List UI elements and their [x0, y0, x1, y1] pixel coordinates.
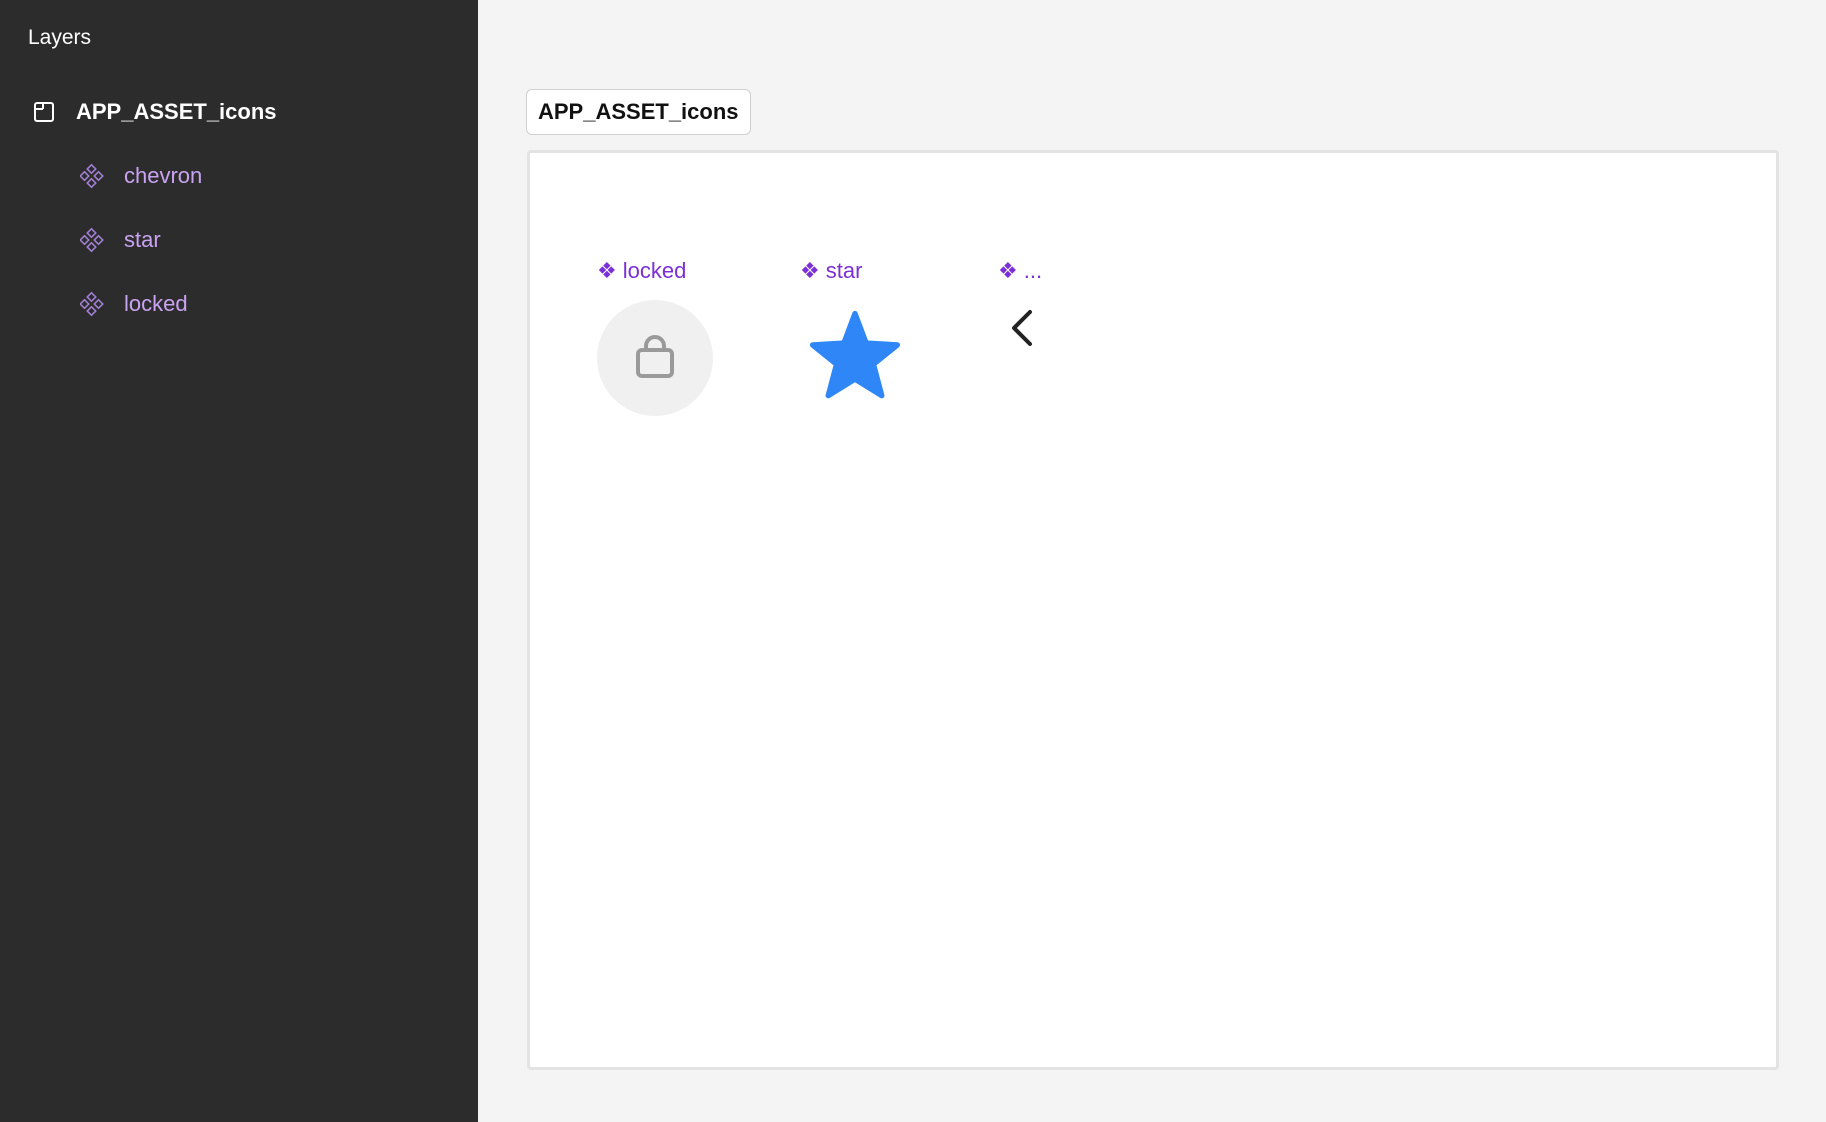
layer-item-label: chevron: [124, 163, 203, 188]
component-glyph-icon: ❖: [998, 258, 1018, 283]
layers-panel-title: Layers: [28, 26, 92, 49]
layer-item-label: locked: [124, 291, 188, 316]
lock-icon: [636, 335, 674, 378]
component-icon: [80, 164, 104, 188]
chevron-left-icon[interactable]: [1004, 306, 1040, 350]
canvas-frame[interactable]: [527, 150, 1779, 1070]
component-icon: [80, 292, 104, 316]
layers-panel: Layers APP_ASSET_icons chevron star lock…: [0, 0, 478, 1122]
layer-item-label: star: [124, 227, 161, 252]
star-icon[interactable]: [809, 310, 901, 402]
layer-item-label: APP_ASSET_icons: [76, 99, 277, 124]
component-tag-star[interactable]: ❖ star: [800, 258, 862, 284]
frame-icon: [34, 102, 54, 122]
component-tag-label: ...: [1023, 258, 1043, 283]
layer-item-frame[interactable]: APP_ASSET_icons: [0, 84, 478, 140]
layer-item-chevron[interactable]: chevron: [0, 148, 478, 204]
layer-item-star[interactable]: star: [0, 212, 478, 268]
component-tag-locked[interactable]: ❖ locked: [597, 258, 686, 284]
component-icon: [80, 228, 104, 252]
component-tag-label: star: [825, 258, 863, 283]
component-tag-label: locked: [622, 258, 687, 283]
component-tag-chevron[interactable]: ❖ ...: [998, 258, 1042, 284]
component-glyph-icon: ❖: [597, 258, 617, 283]
component-glyph-icon: ❖: [800, 258, 820, 283]
frame-name-tab[interactable]: APP_ASSET_icons: [526, 89, 751, 135]
layer-item-locked[interactable]: locked: [0, 276, 478, 332]
